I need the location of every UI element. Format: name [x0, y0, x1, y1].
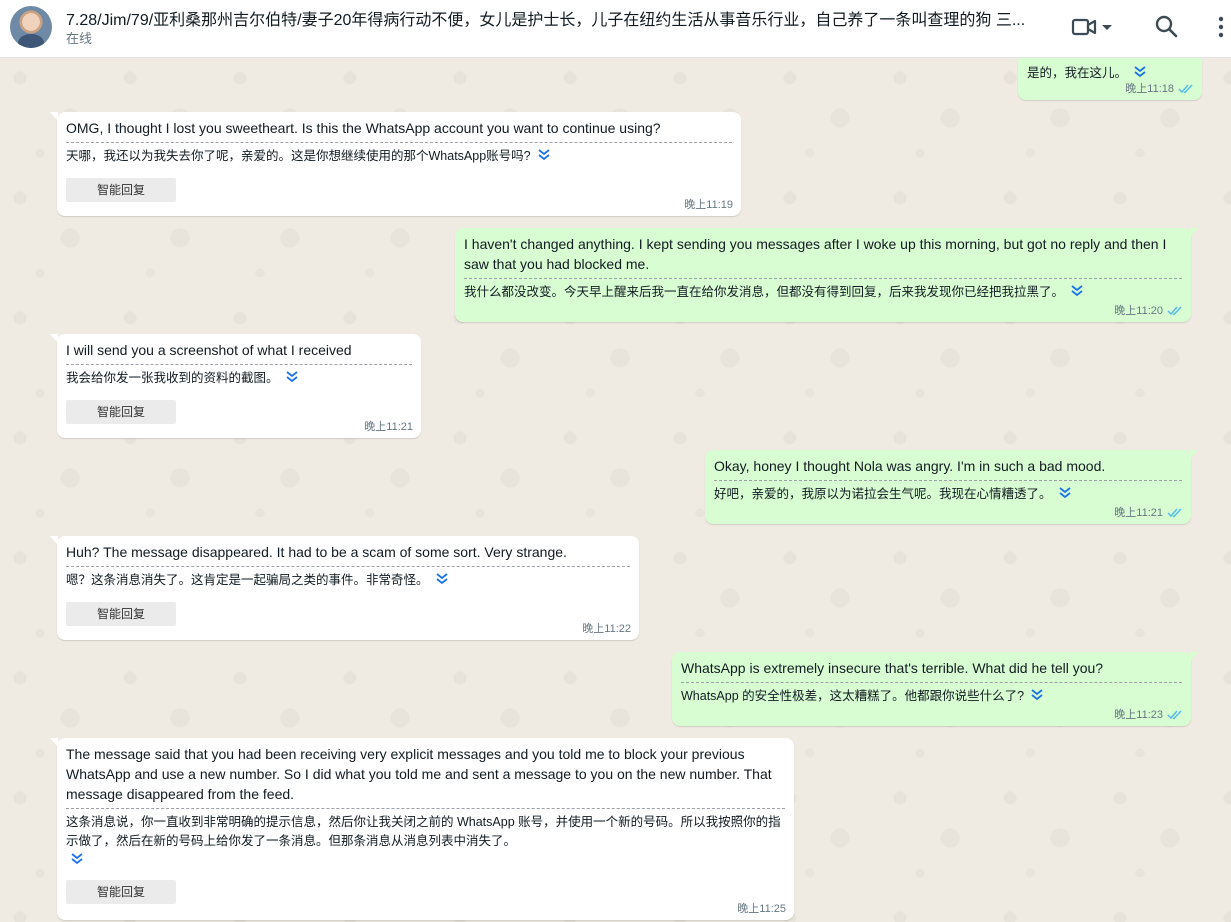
message-bubble-outgoing[interactable]: I haven't changed anything. I kept sendi… — [455, 228, 1198, 322]
contact-name[interactable]: 7.28/Jim/79/亚利桑那州吉尔伯特/妻子20年得病行动不便，女儿是护士长… — [66, 6, 1046, 30]
message-meta: 晚上11:18 — [1125, 80, 1194, 96]
message-bubble-incoming[interactable]: The message said that you had been recei… — [50, 738, 794, 920]
message-translation: 嗯？这条消息消失了。这肯定是一起骗局之类的事件。非常奇怪。 — [66, 566, 630, 590]
message-translation: 我什么都没改变。今天早上醒来后我一直在给你发消息，但都没有得到回复，后来我发现你… — [464, 278, 1182, 302]
translate-chevron-icon[interactable] — [70, 853, 84, 865]
message-bubble-outgoing[interactable]: 是的，我在这儿。 晚上11:18 — [1018, 58, 1202, 100]
search-icon[interactable] — [1153, 14, 1183, 40]
video-call-icon[interactable] — [1070, 14, 1100, 40]
message-meta: 晚上11:21 — [1114, 504, 1183, 520]
message-time: 晚上11:25 — [737, 903, 786, 915]
message-meta: 晚上11:20 — [1114, 302, 1183, 318]
chat-header: 7.28/Jim/79/亚利桑那州吉尔伯特/妻子20年得病行动不便，女儿是护士长… — [0, 0, 1231, 58]
message-text: The message said that you had been recei… — [66, 746, 772, 802]
message-bubble-incoming[interactable]: I will send you a screenshot of what I r… — [50, 334, 421, 438]
smart-reply-button[interactable]: 智能回复 — [66, 400, 176, 424]
message-meta: 晚上11:22 — [582, 620, 631, 636]
message-translation: 这条消息说，你一直收到非常明确的提示信息，然后你让我关闭之前的 WhatsApp… — [66, 808, 785, 870]
message-time: 晚上11:21 — [1114, 507, 1163, 519]
smart-reply-button[interactable]: 智能回复 — [66, 178, 176, 202]
message-text: I will send you a screenshot of what I r… — [66, 342, 352, 358]
translate-chevron-icon[interactable] — [1030, 689, 1044, 701]
chat-panel[interactable]: 是的，我在这儿。 晚上11:18 OMG, I thought I lost y… — [0, 58, 1231, 922]
message-translation: 好吧，亲爱的，我原以为诺拉会生气呢。我现在心情糟透了。 — [714, 480, 1182, 504]
message-time: 晚上11:21 — [364, 421, 413, 433]
message-meta: 晚上11:23 — [1114, 706, 1183, 722]
avatar[interactable] — [10, 6, 52, 48]
more-vert-icon[interactable] — [1212, 14, 1230, 40]
message-translation: 我会给你发一张我收到的资料的截图。 — [66, 364, 412, 388]
translate-chevron-icon[interactable] — [1070, 285, 1084, 297]
message-translation: WhatsApp 的安全性极差，这太糟糕了。他都跟你说些什么了? — [681, 682, 1182, 706]
message-time: 晚上11:23 — [1114, 709, 1163, 721]
message-bubble-outgoing[interactable]: Okay, honey I thought Nola was angry. I'… — [705, 450, 1198, 524]
contact-status: 在线 — [66, 31, 93, 46]
double-tick-icon — [1178, 83, 1193, 93]
message-bubble-outgoing[interactable]: WhatsApp is extremely insecure that's te… — [672, 652, 1198, 726]
message-translation: 天哪，我还以为我失去你了呢，亲爱的。这是你想继续使用的那个WhatsApp账号吗… — [66, 142, 732, 166]
smart-reply-button[interactable]: 智能回复 — [66, 880, 176, 904]
message-time: 晚上11:20 — [1114, 305, 1163, 317]
message-time: 晚上11:18 — [1125, 83, 1174, 95]
translate-chevron-icon[interactable] — [1133, 66, 1147, 78]
message-meta: 晚上11:19 — [684, 196, 733, 212]
message-time: 晚上11:19 — [684, 199, 733, 211]
message-text: WhatsApp is extremely insecure that's te… — [681, 660, 1104, 676]
translate-chevron-icon[interactable] — [285, 371, 299, 383]
message-text: I haven't changed anything. I kept sendi… — [464, 236, 1167, 272]
message-meta: 晚上11:21 — [364, 418, 413, 434]
double-tick-icon — [1167, 305, 1182, 315]
double-tick-icon — [1167, 709, 1182, 719]
translate-chevron-icon[interactable] — [537, 149, 551, 161]
chevron-down-icon[interactable] — [1100, 14, 1114, 40]
message-text: Huh? The message disappeared. It had to … — [66, 544, 567, 560]
message-meta: 晚上11:25 — [737, 900, 786, 916]
message-bubble-incoming[interactable]: OMG, I thought I lost you sweetheart. Is… — [50, 112, 741, 216]
message-bubble-incoming[interactable]: Huh? The message disappeared. It had to … — [50, 536, 639, 640]
translate-chevron-icon[interactable] — [1058, 487, 1072, 499]
message-time: 晚上11:22 — [582, 623, 631, 635]
message-text: OMG, I thought I lost you sweetheart. Is… — [66, 120, 661, 136]
message-text: Okay, honey I thought Nola was angry. I'… — [714, 458, 1106, 474]
translate-chevron-icon[interactable] — [435, 573, 449, 585]
smart-reply-button[interactable]: 智能回复 — [66, 602, 176, 626]
double-tick-icon — [1167, 507, 1182, 517]
